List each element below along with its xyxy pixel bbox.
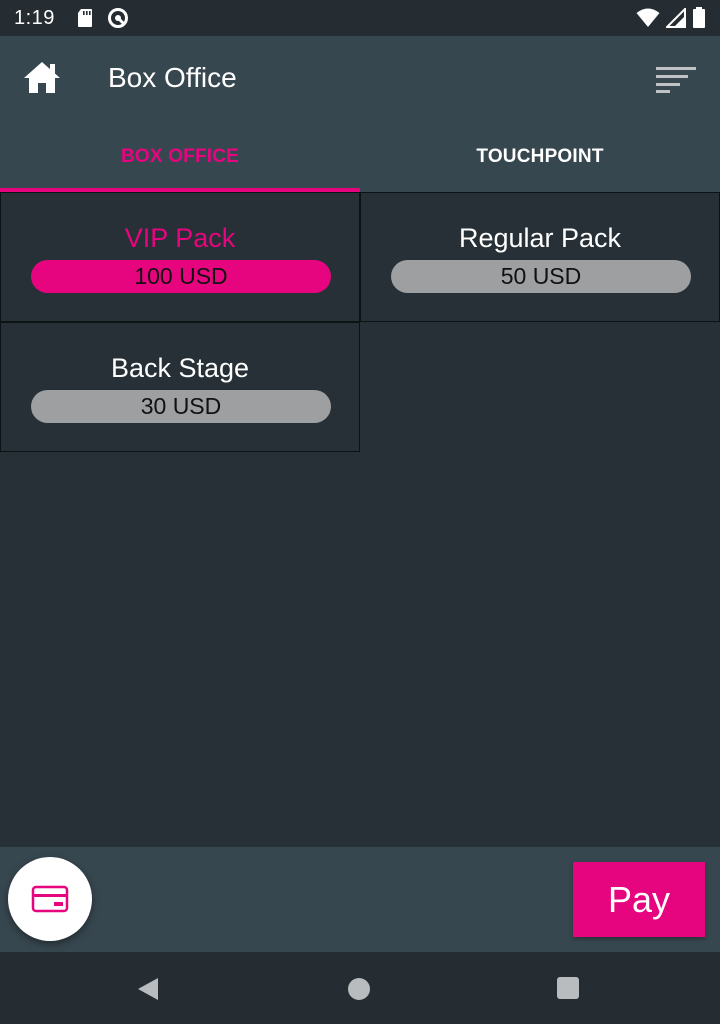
- sd-card-icon: [77, 8, 93, 28]
- sync-icon: [107, 7, 129, 29]
- home-circle-icon[interactable]: [348, 978, 370, 1000]
- product-card-vip-pack[interactable]: VIP Pack 100 USD: [0, 192, 360, 322]
- product-name: VIP Pack: [124, 223, 236, 253]
- sort-icon[interactable]: [654, 64, 698, 96]
- tab-label: BOX OFFICE: [120, 146, 240, 167]
- product-name: Back Stage: [110, 353, 250, 383]
- signal-icon: [666, 8, 686, 28]
- pay-button[interactable]: Pay: [573, 862, 705, 937]
- tab-label: TOUCHPOINT: [476, 146, 604, 167]
- app-bar: Box Office: [0, 36, 720, 122]
- tab-touchpoint[interactable]: TOUCHPOINT: [360, 122, 720, 192]
- battery-icon: [692, 7, 706, 29]
- credit-card-icon: [31, 885, 69, 913]
- screen: 1:19 Box Office BOX OFFICE TOUCHPOINT VI…: [0, 0, 720, 1024]
- price-pill: 50 USD: [391, 260, 691, 293]
- product-card-regular-pack[interactable]: Regular Pack 50 USD: [360, 192, 720, 322]
- system-nav-bar: [0, 952, 720, 1024]
- status-left-icons: [77, 7, 129, 29]
- back-icon[interactable]: [136, 976, 160, 1002]
- product-card-back-stage[interactable]: Back Stage 30 USD: [0, 322, 360, 452]
- recents-icon[interactable]: [557, 977, 579, 999]
- card-payment-button[interactable]: [8, 857, 92, 941]
- bottom-bar: Pay: [0, 847, 720, 952]
- page-title: Box Office: [108, 62, 237, 93]
- status-right-icons: [636, 7, 706, 29]
- tab-box-office[interactable]: BOX OFFICE: [0, 122, 360, 192]
- price-pill: 100 USD: [31, 260, 331, 293]
- status-bar: 1:19: [0, 0, 720, 36]
- product-name: Regular Pack: [458, 223, 622, 253]
- home-icon[interactable]: [22, 60, 62, 96]
- tab-bar: BOX OFFICE TOUCHPOINT: [0, 122, 720, 192]
- price-pill: 30 USD: [31, 390, 331, 423]
- wifi-icon: [636, 8, 660, 28]
- status-time: 1:19: [14, 6, 55, 29]
